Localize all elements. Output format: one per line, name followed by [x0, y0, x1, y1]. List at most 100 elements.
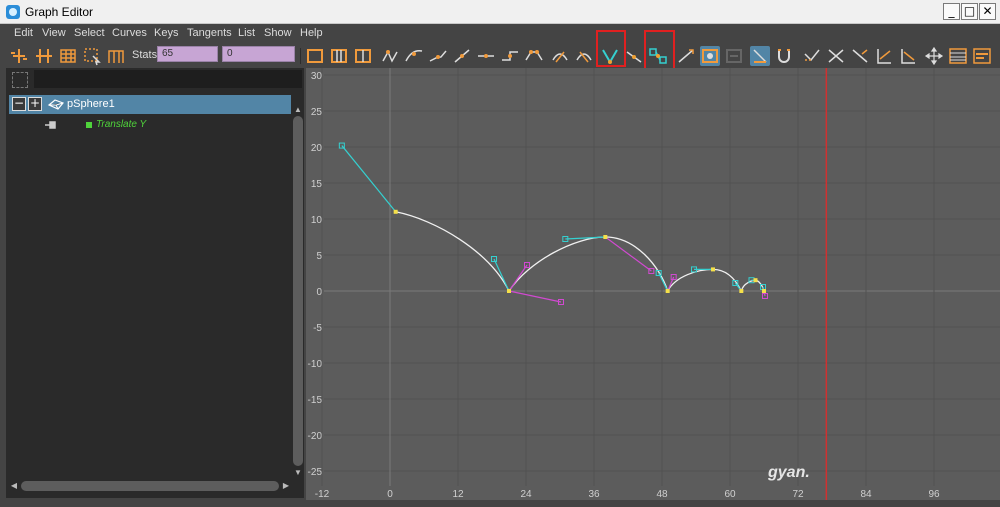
- x-tick-label: 60: [724, 489, 736, 500]
- x-tick-label: 0: [387, 489, 393, 500]
- keyframe-point: [762, 289, 766, 293]
- step-tangent-icon[interactable]: [500, 46, 520, 66]
- menu-show[interactable]: Show: [264, 27, 292, 39]
- minimize-button[interactable]: _: [943, 3, 960, 20]
- stats-value-field[interactable]: 0: [222, 46, 295, 62]
- lock-tangent-weight-icon[interactable]: [676, 46, 696, 66]
- toolbar-separator: [300, 48, 301, 64]
- out-tangent: [508, 264, 528, 292]
- keyframe-point: [711, 267, 715, 272]
- scroll-right-arrow-icon[interactable]: ▶: [282, 481, 290, 491]
- region-select-icon[interactable]: [82, 46, 102, 66]
- keyframe-point: [603, 235, 608, 239]
- y-tick-label: 10: [311, 215, 323, 226]
- window-title: Graph Editor: [25, 5, 94, 19]
- channel-plug-icon: [45, 121, 56, 129]
- y-tick-label: -20: [308, 431, 323, 442]
- menu-help[interactable]: Help: [300, 27, 323, 39]
- retime-tool-icon[interactable]: [106, 46, 126, 66]
- y-tick-label: 30: [311, 71, 323, 82]
- x-tick-label: 48: [656, 489, 668, 500]
- scroll-down-arrow-icon[interactable]: ▼: [293, 469, 303, 477]
- menu-curves[interactable]: Curves: [112, 27, 147, 39]
- curve-segment: [395, 211, 510, 292]
- x-tick-label: 36: [588, 489, 600, 500]
- window-title-bar: Graph Editor _ □ ✕: [0, 0, 1000, 24]
- scroll-left-arrow-icon[interactable]: ◀: [10, 481, 18, 491]
- lattice-deform-icon[interactable]: [58, 46, 78, 66]
- in-tangent: [493, 258, 510, 292]
- menu-edit[interactable]: Edit: [14, 27, 33, 39]
- in-tangent: [565, 236, 606, 240]
- post-infinity-offset-icon[interactable]: [874, 46, 894, 66]
- menu-bar: Edit View Select Curves Keys Tangents Li…: [0, 24, 1000, 43]
- y-tick-label: -5: [313, 323, 322, 334]
- y-tick-label: -15: [308, 395, 323, 406]
- frame-selection-icon[interactable]: [329, 46, 349, 66]
- collapse-button[interactable]: −: [12, 97, 26, 111]
- close-button[interactable]: ✕: [979, 3, 996, 20]
- buffer-curve-snapshot-icon[interactable]: [550, 46, 570, 66]
- outliner-horizontal-scrollbar[interactable]: ◀ ▶: [9, 480, 292, 492]
- move-nearest-key-icon[interactable]: [9, 46, 29, 66]
- x-tick-label: 96: [928, 489, 940, 500]
- stats-label: Stats: [132, 49, 158, 61]
- pre-infinity-offset-icon[interactable]: [850, 46, 870, 66]
- stats-frame-field[interactable]: 65: [157, 46, 218, 62]
- menu-keys[interactable]: Keys: [154, 27, 178, 39]
- filter-icon[interactable]: [12, 72, 28, 88]
- y-tick-label: -25: [308, 467, 323, 478]
- tree-row-translate-y[interactable]: Translate Y: [44, 118, 284, 134]
- menu-list[interactable]: List: [238, 27, 255, 39]
- x-tick-label: 72: [792, 489, 804, 500]
- horizontal-scroll-thumb[interactable]: [21, 481, 279, 491]
- curve-graph[interactable]: 302520151050-5-10-15-20-25-12 0 12 24 36 48 60…: [306, 68, 1000, 500]
- magnet-icon[interactable]: [774, 46, 794, 66]
- tree-row-psphere1[interactable]: − + pSphere1: [9, 95, 291, 114]
- pre-infinity-cycle-icon[interactable]: [802, 46, 822, 66]
- channel-color-swatch: [86, 122, 92, 128]
- outliner-panel: − + pSphere1 Translate Y ▲ ▼ ◀ ▶: [6, 68, 304, 498]
- x-tick-label: 84: [860, 489, 872, 500]
- menu-view[interactable]: View: [42, 27, 66, 39]
- frame-all-icon[interactable]: [305, 46, 325, 66]
- graph-view[interactable]: 30 25 20 15 10 5 0 -5 -10 -15 -20 -25 -12 0 12 24 36 48 60…: [306, 68, 1000, 500]
- curve-infinity-icon[interactable]: [898, 46, 918, 66]
- maximize-button[interactable]: □: [961, 3, 978, 20]
- time-snap-icon[interactable]: [700, 46, 720, 66]
- flat-tangent-icon[interactable]: [476, 46, 496, 66]
- y-tick-label: 20: [311, 143, 323, 154]
- clamped-tangent-icon[interactable]: [428, 46, 448, 66]
- scroll-up-arrow-icon[interactable]: ▲: [293, 106, 303, 114]
- keyframe-point: [393, 209, 398, 214]
- keyframe-point: [753, 278, 758, 283]
- outliner-vertical-scrollbar[interactable]: ▲ ▼: [292, 106, 304, 478]
- watermark-text: gyan.: [768, 464, 810, 481]
- unify-tangents-icon[interactable]: [624, 46, 644, 66]
- menu-tangents[interactable]: Tangents: [187, 27, 232, 39]
- spline-tangent-icon[interactable]: [404, 46, 424, 66]
- normalize-curves-icon[interactable]: [750, 46, 770, 66]
- move-keys-icon[interactable]: [924, 46, 944, 66]
- auto-tangent-icon[interactable]: [380, 46, 400, 66]
- x-tick-label: 24: [520, 489, 532, 500]
- curve-segment: [605, 236, 669, 292]
- curve-segment: [667, 268, 714, 292]
- vertical-scroll-thumb[interactable]: [293, 116, 303, 466]
- value-snap-icon[interactable]: [724, 46, 744, 66]
- tangent-weight-highlight: [644, 30, 675, 73]
- post-infinity-cycle-icon[interactable]: [826, 46, 846, 66]
- plateau-tangent-icon[interactable]: [524, 46, 544, 66]
- menu-select[interactable]: Select: [74, 27, 105, 39]
- frame-playback-range-icon[interactable]: [353, 46, 373, 66]
- linear-tangent-icon[interactable]: [452, 46, 472, 66]
- trax-editor-icon[interactable]: [972, 46, 992, 66]
- expand-button[interactable]: +: [28, 97, 42, 111]
- y-tick-label: -10: [308, 359, 323, 370]
- insert-keys-icon[interactable]: [34, 46, 54, 66]
- swap-buffer-curve-icon[interactable]: [574, 46, 594, 66]
- outliner-filter-field[interactable]: [34, 70, 302, 88]
- dope-sheet-icon[interactable]: [948, 46, 968, 66]
- graph-toolbar: Stats 65 0: [0, 30, 1000, 73]
- y-tick-label: 25: [311, 107, 323, 118]
